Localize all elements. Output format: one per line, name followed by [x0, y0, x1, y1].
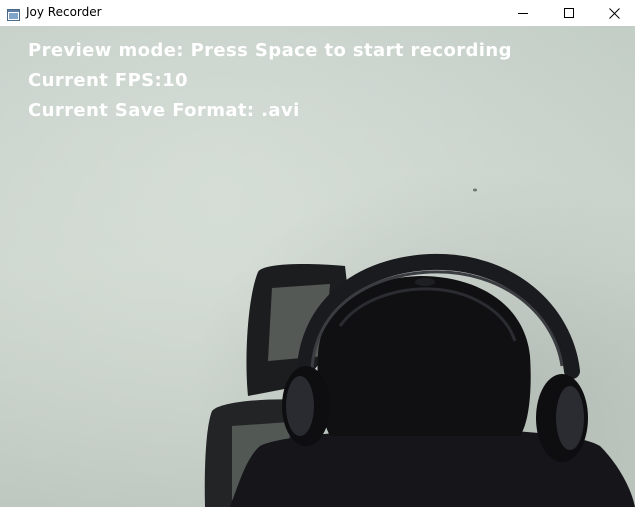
close-icon — [608, 7, 620, 19]
minimize-icon — [518, 8, 528, 18]
camera-scene — [0, 26, 635, 507]
save-format-text: Current Save Format: .avi — [28, 100, 300, 121]
window-title: Joy Recorder — [26, 5, 102, 19]
fps-text: Current FPS:10 — [28, 70, 188, 91]
recording-mode-text: Preview mode: Press Space to start recor… — [28, 40, 512, 61]
camera-preview[interactable]: Preview mode: Press Space to start recor… — [0, 26, 635, 507]
close-button[interactable] — [591, 0, 635, 26]
title-bar[interactable]: Joy Recorder — [0, 0, 635, 26]
maximize-icon — [564, 8, 574, 18]
minimize-button[interactable] — [500, 0, 546, 26]
maximize-button[interactable] — [546, 0, 592, 26]
app-window-icon — [7, 6, 20, 21]
